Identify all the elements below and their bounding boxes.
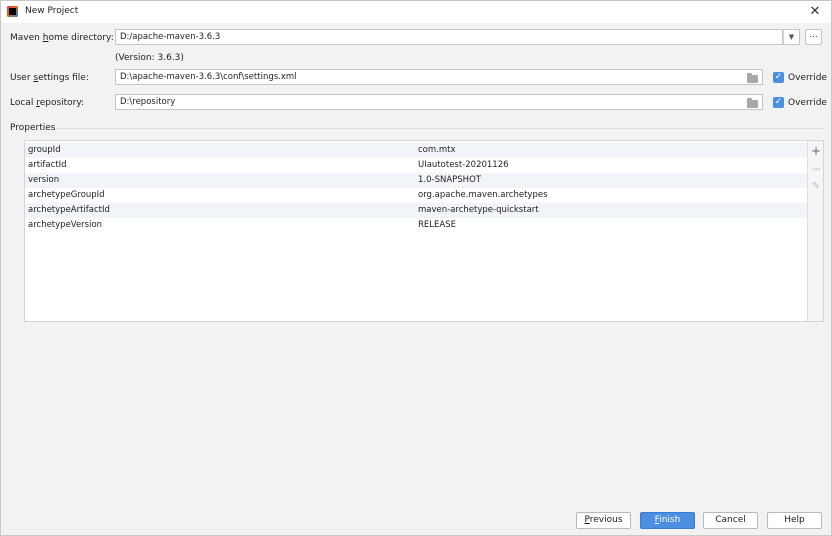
table-row[interactable]: version 1.0-SNAPSHOT [25, 173, 807, 188]
local-repository-override-label: Override [788, 98, 827, 108]
intellij-app-icon [7, 6, 18, 17]
table-row[interactable]: archetypeVersion RELEASE [25, 218, 807, 233]
maven-version-text: (Version: 3.6.3) [115, 53, 184, 63]
title-bar: New Project ✕ [1, 1, 831, 23]
cancel-button[interactable]: Cancel [703, 512, 758, 529]
table-row[interactable]: archetypeArtifactId maven-archetype-quick… [25, 203, 807, 218]
previous-button[interactable]: Previous [576, 512, 631, 529]
table-row[interactable]: artifactId UIautotest-20201126 [25, 158, 807, 173]
property-key: archetypeArtifactId [28, 205, 110, 215]
user-settings-input[interactable]: D:\apache-maven-3.6.3\conf\settings.xml [115, 69, 763, 85]
table-row[interactable]: archetypeGroupId org.apache.maven.archety… [25, 188, 807, 203]
property-value[interactable]: com.mtx [418, 143, 456, 158]
table-row[interactable]: groupId com.mtx [25, 143, 807, 158]
properties-panel: groupId com.mtx artifactId UIautotest-20201… [24, 140, 824, 322]
property-value[interactable]: UIautotest-20201126 [418, 158, 509, 173]
properties-separator [57, 128, 823, 129]
chevron-down-icon[interactable]: ▼ [783, 29, 800, 45]
add-icon[interactable]: + [808, 143, 824, 159]
property-key: version [28, 175, 60, 185]
properties-section-title: Properties [10, 123, 56, 133]
property-value[interactable]: RELEASE [418, 218, 456, 233]
property-value[interactable]: 1.0-SNAPSHOT [418, 173, 481, 188]
close-icon[interactable]: ✕ [807, 4, 823, 20]
properties-table[interactable]: groupId com.mtx artifactId UIautotest-20201… [25, 141, 807, 321]
property-key: groupId [28, 145, 61, 155]
properties-toolbar: + − ✎ [807, 141, 823, 321]
new-project-dialog: New Project ✕ Maven home directory: D:/a… [0, 0, 832, 536]
property-key: archetypeVersion [28, 220, 103, 230]
property-key: archetypeGroupId [28, 190, 105, 200]
local-repository-label: Local repository: [10, 98, 85, 108]
property-key: artifactId [28, 160, 67, 170]
remove-icon[interactable]: − [808, 161, 824, 177]
property-value[interactable]: org.apache.maven.archetypes [418, 188, 548, 203]
browse-maven-home-button[interactable]: ... [805, 29, 822, 45]
folder-icon[interactable] [747, 73, 758, 83]
window-title: New Project [25, 6, 79, 16]
help-button[interactable]: Help [767, 512, 822, 529]
finish-button[interactable]: Finish [640, 512, 695, 529]
maven-home-label: Maven home directory: [10, 33, 114, 43]
user-settings-label: User settings file: [10, 73, 89, 83]
edit-icon[interactable]: ✎ [808, 179, 824, 195]
user-settings-override-label: Override [788, 73, 827, 83]
local-repository-override-checkbox[interactable]: ✓ [773, 97, 784, 108]
maven-home-combo-input[interactable]: D:/apache-maven-3.6.3 [115, 29, 783, 45]
folder-icon[interactable] [747, 98, 758, 108]
property-value[interactable]: maven-archetype-quickstart [418, 203, 539, 218]
user-settings-override-checkbox[interactable]: ✓ [773, 72, 784, 83]
local-repository-input[interactable]: D:\repository [115, 94, 763, 110]
